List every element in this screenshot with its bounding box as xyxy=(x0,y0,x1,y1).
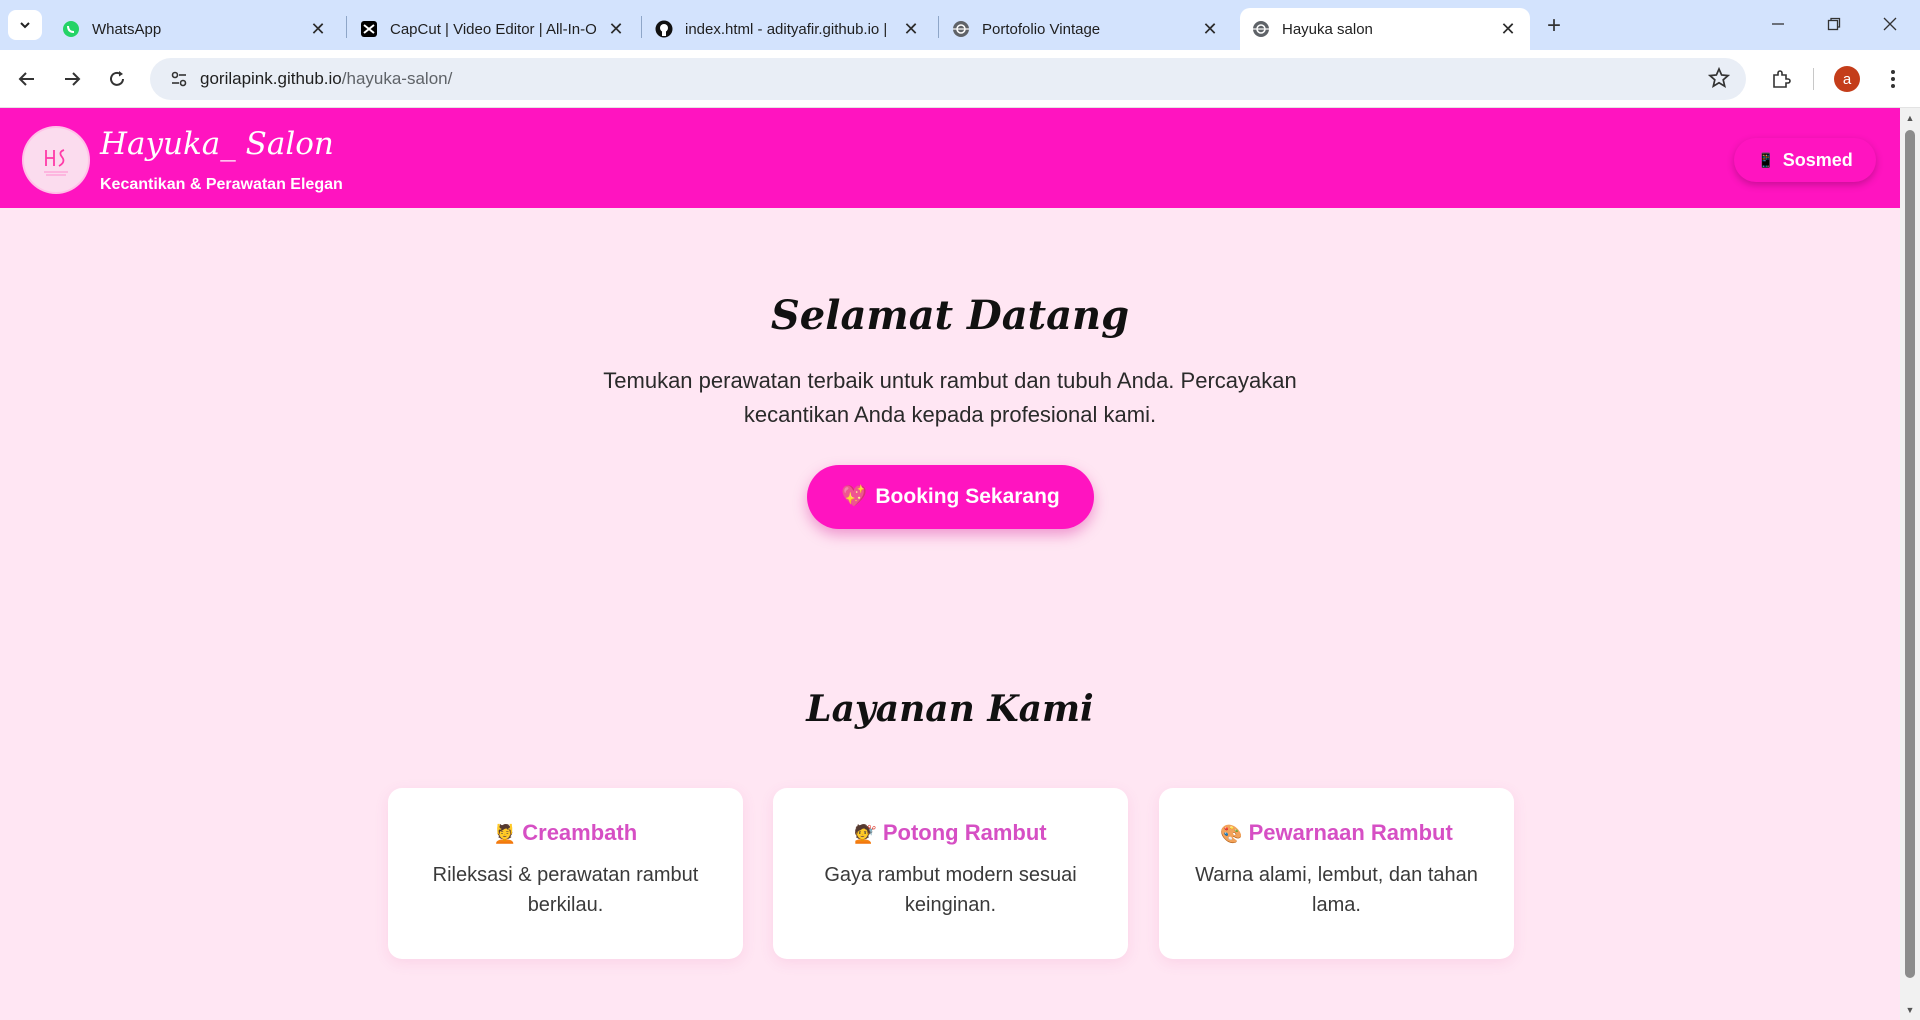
minimize-button[interactable] xyxy=(1750,6,1806,42)
tab-title: WhatsApp xyxy=(92,20,162,38)
url-text: gorilapink.github.io/hayuka-salon/ xyxy=(200,69,452,89)
scroll-down-icon[interactable]: ▼ xyxy=(1904,1004,1916,1016)
whatsapp-icon xyxy=(62,20,80,38)
globe-icon xyxy=(952,20,970,38)
tab-separator xyxy=(346,16,347,38)
logo-icon xyxy=(44,149,68,176)
page-viewport: Hayuka_ Salon Kecantikan & Perawatan Ele… xyxy=(0,108,1900,1020)
booking-button[interactable]: 💖 Booking Sekarang xyxy=(807,465,1094,529)
tab-whatsapp[interactable]: WhatsApp ✕ xyxy=(50,8,340,50)
close-icon[interactable]: ✕ xyxy=(901,19,921,39)
close-icon[interactable]: ✕ xyxy=(1200,19,1220,39)
close-window-button[interactable] xyxy=(1862,6,1918,42)
browser-toolbar: gorilapink.github.io/hayuka-salon/ a xyxy=(0,50,1920,108)
tab-title: Hayuka salon xyxy=(1282,20,1373,38)
extensions-button[interactable] xyxy=(1764,62,1798,96)
tab-portofolio[interactable]: Portofolio Vintage ✕ xyxy=(940,8,1232,50)
brand-tagline: Kecantikan & Perawatan Elegan xyxy=(100,176,343,193)
page-scrollbar[interactable]: ▲ ▼ xyxy=(1900,108,1920,1020)
reload-button[interactable] xyxy=(100,62,134,96)
service-card-title: 💇 Potong Rambut xyxy=(773,820,1128,846)
back-button[interactable] xyxy=(10,62,44,96)
tab-title: index.html - adityafir.github.io | xyxy=(685,20,888,38)
reload-icon xyxy=(110,71,124,86)
close-icon xyxy=(1883,17,1897,31)
globe-icon xyxy=(1252,20,1270,38)
minimize-icon xyxy=(1772,23,1784,25)
arrow-left-icon xyxy=(18,72,34,86)
heart-icon: 💖 xyxy=(841,485,868,508)
chevron-down-icon xyxy=(20,22,30,29)
service-name: Creambath xyxy=(522,820,638,845)
github-icon xyxy=(655,20,673,38)
service-card-title: 🎨 Pewarnaan Rambut xyxy=(1159,820,1514,846)
sosmed-button[interactable]: 📱 Sosmed xyxy=(1734,138,1876,182)
tab-separator xyxy=(641,16,642,38)
palette-icon: 🎨 xyxy=(1220,824,1243,844)
more-vert-icon xyxy=(1891,70,1895,88)
restore-button[interactable] xyxy=(1806,6,1862,42)
service-card-title: 💆 Creambath xyxy=(388,820,743,846)
phone-icon: 📱 xyxy=(1757,151,1775,168)
service-card-creambath: 💆 Creambath Rileksasi & perawatan rambut … xyxy=(388,788,743,959)
close-icon[interactable]: ✕ xyxy=(1498,19,1518,39)
service-card-potong-rambut: 💇 Potong Rambut Gaya rambut modern sesuai… xyxy=(773,788,1128,959)
tab-github[interactable]: index.html - adityafir.github.io | ✕ xyxy=(643,8,933,50)
brand-name: Hayuka_ Salon xyxy=(100,126,334,162)
haircut-icon: 💇 xyxy=(854,824,877,844)
scroll-up-icon[interactable]: ▲ xyxy=(1904,112,1916,124)
service-description: Gaya rambut modern sesuai keinginan. xyxy=(824,864,1077,916)
capcut-icon xyxy=(360,20,378,38)
service-name: Potong Rambut xyxy=(882,820,1047,845)
service-name: Pewarnaan Rambut xyxy=(1248,820,1453,845)
puzzle-icon xyxy=(1773,70,1791,88)
salon-logo[interactable] xyxy=(24,128,88,192)
hero-title: Selamat Datang xyxy=(770,292,1130,339)
menu-button[interactable] xyxy=(1876,62,1910,96)
forward-button[interactable] xyxy=(55,62,89,96)
tab-separator xyxy=(938,16,939,38)
massage-icon: 💆 xyxy=(493,824,517,844)
arrow-right-icon xyxy=(65,72,81,86)
site-info-icon[interactable] xyxy=(158,58,200,100)
site-header: Hayuka_ Salon Kecantikan & Perawatan Ele… xyxy=(0,108,1900,208)
url-host: gorilapink.github.io xyxy=(200,69,342,88)
tab-strip: WhatsApp ✕ CapCut | Video Editor | All-I… xyxy=(0,0,1920,50)
scrollbar-thumb[interactable] xyxy=(1905,130,1915,978)
services-title: Layanan Kami xyxy=(806,688,1094,730)
sosmed-label: Sosmed xyxy=(1782,149,1853,170)
service-description: Warna alami, lembut, dan tahan lama. xyxy=(1195,864,1478,916)
tab-search-button[interactable] xyxy=(8,10,42,40)
new-tab-button[interactable]: + xyxy=(1540,12,1568,40)
bookmark-star-icon[interactable] xyxy=(1707,66,1732,91)
tab-title: CapCut | Video Editor | All-In-O xyxy=(390,20,597,38)
restore-icon xyxy=(1827,17,1841,31)
tab-capcut[interactable]: CapCut | Video Editor | All-In-O ✕ xyxy=(348,8,638,50)
tab-title: Portofolio Vintage xyxy=(982,20,1101,38)
address-bar[interactable]: gorilapink.github.io/hayuka-salon/ xyxy=(150,58,1746,100)
close-icon[interactable]: ✕ xyxy=(308,19,328,39)
close-icon[interactable]: ✕ xyxy=(606,19,626,39)
booking-label: Booking Sekarang xyxy=(875,485,1060,508)
toolbar-divider xyxy=(1813,68,1814,90)
tab-hayuka-salon[interactable]: Hayuka salon ✕ xyxy=(1240,8,1530,50)
service-description: Rileksasi & perawatan rambut berkilau. xyxy=(432,864,699,916)
profile-avatar[interactable]: a xyxy=(1834,66,1860,92)
hero-description: Temukan perawatan terbaik untuk rambut d… xyxy=(603,368,1297,427)
service-card-pewarnaan-rambut: 🎨 Pewarnaan Rambut Warna alami, lembut, d… xyxy=(1159,788,1514,959)
url-path: /hayuka-salon/ xyxy=(341,69,453,88)
